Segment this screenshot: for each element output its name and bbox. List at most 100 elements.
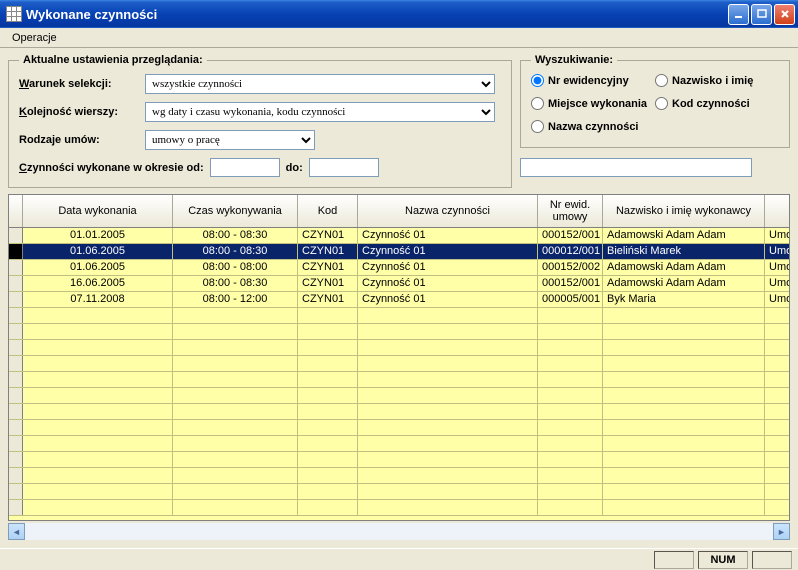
- statusbar: NUM: [0, 548, 798, 570]
- cell-nr: 000152/001: [538, 276, 603, 291]
- table-row: [9, 500, 789, 516]
- scroll-left-icon[interactable]: ◄: [8, 523, 25, 540]
- search-fieldset: Wyszukiwanie: Nr ewidencyjny Nazwisko i …: [520, 54, 790, 148]
- cell-nr: 000012/001: [538, 244, 603, 259]
- horizontal-scrollbar[interactable]: ◄ ►: [8, 523, 790, 540]
- close-button[interactable]: [774, 4, 795, 25]
- okres-do-label: do:: [286, 162, 303, 174]
- row-marker: [9, 276, 23, 291]
- titlebar: Wykonane czynności: [0, 0, 798, 28]
- scroll-right-icon[interactable]: ►: [773, 523, 790, 540]
- search-input[interactable]: [520, 158, 752, 177]
- cell-data: 01.06.2005: [23, 260, 173, 275]
- cell-last: Umow: [765, 244, 790, 259]
- cell-nr: 000152/002: [538, 260, 603, 275]
- header-czas[interactable]: Czas wykonywania: [173, 195, 298, 227]
- okres-to-input[interactable]: [309, 158, 379, 177]
- cell-czas: 08:00 - 08:30: [173, 276, 298, 291]
- app-icon: [6, 6, 22, 22]
- radio-kod[interactable]: Kod czynności: [655, 97, 779, 110]
- table-row[interactable]: 07.11.200808:00 - 12:00CZYN01Czynność 01…: [9, 292, 789, 308]
- kolejnosc-label: Kolejność wierszy:: [19, 106, 139, 118]
- cell-nr: 000152/001: [538, 228, 603, 243]
- table-row: [9, 468, 789, 484]
- cell-kod: CZYN01: [298, 228, 358, 243]
- cell-person: Byk Maria: [603, 292, 765, 307]
- okres-label: Czynności wykonane w okresie od:: [19, 162, 204, 174]
- cell-nr: 000005/001: [538, 292, 603, 307]
- rodzaje-label: Rodzaje umów:: [19, 134, 139, 146]
- table-row: [9, 404, 789, 420]
- row-marker: [9, 292, 23, 307]
- settings-legend: Aktualne ustawienia przeglądania:: [19, 54, 207, 66]
- table-row: [9, 356, 789, 372]
- rodzaje-select[interactable]: umowy o pracę: [145, 130, 315, 150]
- cell-nazwa: Czynność 01: [358, 276, 538, 291]
- cell-kod: CZYN01: [298, 276, 358, 291]
- table-row: [9, 436, 789, 452]
- minimize-button[interactable]: [728, 4, 749, 25]
- radio-miejsce[interactable]: Miejsce wykonania: [531, 97, 655, 110]
- okres-from-input[interactable]: [210, 158, 280, 177]
- cell-last: Umow: [765, 276, 790, 291]
- cell-data: 07.11.2008: [23, 292, 173, 307]
- cell-person: Adamowski Adam Adam: [603, 260, 765, 275]
- table-row: [9, 324, 789, 340]
- header-last[interactable]: [765, 195, 790, 227]
- radio-nazwisko[interactable]: Nazwisko i imię: [655, 74, 779, 87]
- grid-header: Data wykonania Czas wykonywania Kod Nazw…: [9, 195, 789, 228]
- cell-kod: CZYN01: [298, 244, 358, 259]
- cell-data: 16.06.2005: [23, 276, 173, 291]
- table-row: [9, 388, 789, 404]
- table-row[interactable]: 16.06.200508:00 - 08:30CZYN01Czynność 01…: [9, 276, 789, 292]
- cell-person: Adamowski Adam Adam: [603, 228, 765, 243]
- scroll-track[interactable]: [25, 523, 773, 540]
- cell-czas: 08:00 - 12:00: [173, 292, 298, 307]
- cell-nazwa: Czynność 01: [358, 260, 538, 275]
- menubar: Operacje: [0, 28, 798, 48]
- header-nazwa[interactable]: Nazwa czynności: [358, 195, 538, 227]
- settings-fieldset: Aktualne ustawienia przeglądania: Warune…: [8, 54, 512, 188]
- table-row: [9, 308, 789, 324]
- table-row: [9, 452, 789, 468]
- radio-nazwa[interactable]: Nazwa czynności: [531, 120, 655, 133]
- header-nr[interactable]: Nr ewid. umowy: [538, 195, 603, 227]
- cell-last: Umow: [765, 228, 790, 243]
- kolejnosc-select[interactable]: wg daty i czasu wykonania, kodu czynnośc…: [145, 102, 495, 122]
- header-mark: [9, 195, 23, 227]
- warunek-label: Warunek selekcji:: [19, 78, 139, 90]
- cell-data: 01.06.2005: [23, 244, 173, 259]
- menu-operacje[interactable]: Operacje: [4, 30, 65, 46]
- cell-kod: CZYN01: [298, 292, 358, 307]
- cell-kod: CZYN01: [298, 260, 358, 275]
- status-cell-empty2: [752, 551, 792, 569]
- search-legend: Wyszukiwanie:: [531, 54, 617, 66]
- status-num: NUM: [698, 551, 748, 569]
- data-grid: Data wykonania Czas wykonywania Kod Nazw…: [8, 194, 790, 521]
- cell-last: Umow: [765, 260, 790, 275]
- row-marker: [9, 244, 23, 259]
- table-row: [9, 340, 789, 356]
- cell-czas: 08:00 - 08:30: [173, 244, 298, 259]
- table-row: [9, 372, 789, 388]
- cell-nazwa: Czynność 01: [358, 244, 538, 259]
- warunek-select[interactable]: wszystkie czynności: [145, 74, 495, 94]
- header-data[interactable]: Data wykonania: [23, 195, 173, 227]
- table-row[interactable]: 01.01.200508:00 - 08:30CZYN01Czynność 01…: [9, 228, 789, 244]
- cell-nazwa: Czynność 01: [358, 228, 538, 243]
- header-person[interactable]: Nazwisko i imię wykonawcy: [603, 195, 765, 227]
- maximize-button[interactable]: [751, 4, 772, 25]
- row-marker: [9, 228, 23, 243]
- table-row: [9, 484, 789, 500]
- header-kod[interactable]: Kod: [298, 195, 358, 227]
- cell-person: Adamowski Adam Adam: [603, 276, 765, 291]
- cell-last: Umow: [765, 292, 790, 307]
- cell-person: Bieliński Marek: [603, 244, 765, 259]
- cell-data: 01.01.2005: [23, 228, 173, 243]
- table-row[interactable]: 01.06.200508:00 - 08:30CZYN01Czynność 01…: [9, 244, 789, 260]
- row-marker: [9, 260, 23, 275]
- cell-czas: 08:00 - 08:00: [173, 260, 298, 275]
- radio-nrewid[interactable]: Nr ewidencyjny: [531, 74, 655, 87]
- cell-nazwa: Czynność 01: [358, 292, 538, 307]
- table-row[interactable]: 01.06.200508:00 - 08:00CZYN01Czynność 01…: [9, 260, 789, 276]
